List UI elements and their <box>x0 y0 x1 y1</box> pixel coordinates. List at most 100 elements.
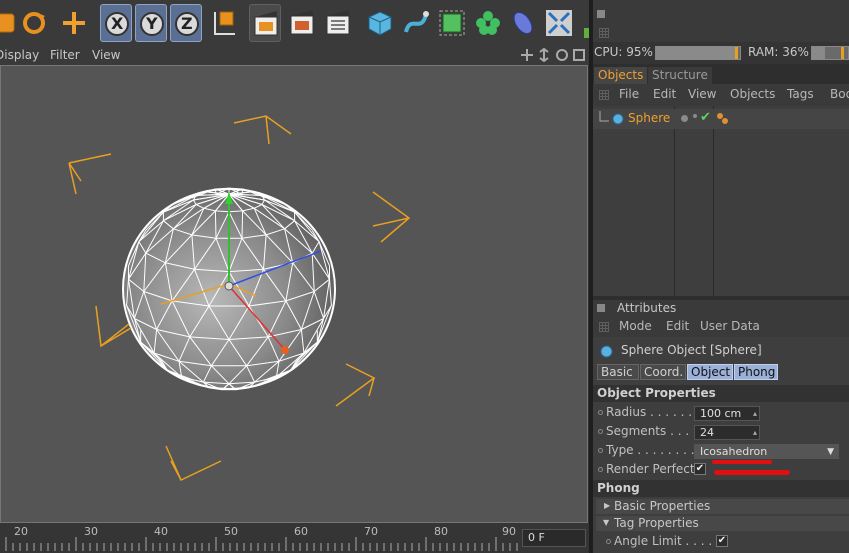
deformer-icon[interactable] <box>507 4 539 42</box>
menu-tags[interactable]: Tags <box>787 87 814 101</box>
basic-properties-group[interactable]: ▶ Basic Properties <box>596 499 849 514</box>
tab-structure[interactable]: Structure <box>648 67 712 84</box>
sphere-object-icon <box>612 113 624 125</box>
cpu-label: CPU: 95% <box>594 45 653 59</box>
menu-edit[interactable]: Edit <box>653 87 676 101</box>
lock-x-axis-button[interactable]: X <box>100 4 132 42</box>
section-object-properties: Object Properties <box>593 385 849 402</box>
attributes-title: Attributes <box>617 301 677 315</box>
object-list[interactable]: Sphere ✔ <box>593 106 849 296</box>
animate-dot-icon[interactable] <box>598 448 603 453</box>
right-top-strip <box>593 0 849 42</box>
grip-icon[interactable] <box>599 90 609 100</box>
axis-z-label: Z <box>181 14 193 33</box>
viewport-menu-bar: Display Filter View <box>0 46 589 65</box>
object-name[interactable]: Sphere <box>628 111 670 125</box>
lock-z-axis-button[interactable]: Z <box>170 4 202 42</box>
menu-view[interactable]: View <box>688 87 716 101</box>
tick-60: 60 <box>294 525 308 538</box>
subdivision-surface-icon[interactable] <box>436 4 468 42</box>
tick-40: 40 <box>154 525 168 538</box>
tag-properties-group[interactable]: ▼ Tag Properties <box>596 516 849 531</box>
animate-dot-icon[interactable] <box>606 539 611 544</box>
angle-limit-label: Angle Limit . . . . . . <box>614 534 728 548</box>
timeline-ruler[interactable]: 20 30 40 50 60 70 80 90 <box>0 523 589 553</box>
tick-80: 80 <box>434 525 448 538</box>
visibility-dot-icon[interactable] <box>681 115 688 122</box>
chevron-right-icon: ▶ <box>604 501 611 510</box>
segments-value: 24 <box>700 426 714 439</box>
rotate-tool-button[interactable] <box>18 4 50 42</box>
type-label: Type . . . . . . . . . <box>606 443 703 457</box>
panel-menu-icon[interactable] <box>597 10 605 18</box>
tick-70: 70 <box>364 525 378 538</box>
object-manager-tabs: Objects Structure <box>593 66 849 84</box>
render-visibility-icon[interactable] <box>693 114 697 118</box>
panel-menu-icon[interactable] <box>597 304 605 312</box>
render-to-picture-viewer-button[interactable] <box>286 4 318 42</box>
render-view-button[interactable] <box>249 4 281 42</box>
performance-bar: CPU: 95% RAM: 36% <box>593 42 849 64</box>
3d-viewport[interactable] <box>0 65 588 523</box>
render-settings-button[interactable] <box>322 4 354 42</box>
chevron-down-icon: ▼ <box>603 518 610 527</box>
type-dropdown[interactable]: Icosahedron ▼ <box>694 444 839 459</box>
sphere-object-icon <box>600 345 613 358</box>
cloner-icon[interactable] <box>472 4 504 42</box>
animate-dot-icon[interactable] <box>598 429 603 434</box>
radius-label: Radius . . . . . . . . <box>606 405 708 419</box>
tab-basic[interactable]: Basic <box>597 364 639 380</box>
chevron-down-icon: ▼ <box>827 447 834 457</box>
radius-value: 100 cm <box>700 407 742 420</box>
object-row-sphere[interactable]: Sphere ✔ <box>593 109 849 129</box>
add-object-button[interactable] <box>58 4 90 42</box>
enabled-check-icon[interactable]: ✔ <box>700 110 711 125</box>
radius-field[interactable]: 100 cm ▴ <box>694 406 760 421</box>
tab-phong[interactable]: Phong <box>734 364 778 380</box>
wireframe-edge <box>241 210 244 239</box>
cube-icon[interactable] <box>364 4 396 42</box>
stepper-icon[interactable]: ▴ <box>753 426 757 439</box>
menu-edit[interactable]: Edit <box>666 319 689 333</box>
current-frame-field[interactable]: 0 F <box>522 529 586 547</box>
tick-90: 90 <box>502 525 516 538</box>
angle-limit-checkbox[interactable]: ✔ <box>716 535 728 547</box>
segments-field[interactable]: 24 ▴ <box>694 425 760 440</box>
menu-mode[interactable]: Mode <box>619 319 652 333</box>
animate-dot-icon[interactable] <box>598 410 603 415</box>
grip-icon[interactable] <box>599 322 609 332</box>
timeline-ticks <box>5 537 518 551</box>
menu-view[interactable]: View <box>92 48 120 62</box>
animate-dot-icon[interactable] <box>598 467 603 472</box>
spline-pen-icon[interactable] <box>400 4 432 42</box>
tab-object[interactable]: Object <box>687 364 733 380</box>
object-manager-menu: File Edit View Objects Tags Boo <box>593 84 849 106</box>
tick-50: 50 <box>224 525 238 538</box>
annotation-red-scribble <box>712 460 772 464</box>
scene-icon[interactable] <box>543 4 575 42</box>
section-phong: Phong <box>593 480 849 497</box>
menu-file[interactable]: File <box>619 87 639 101</box>
menu-user-data[interactable]: User Data <box>700 319 760 333</box>
menu-objects[interactable]: Objects <box>730 87 775 101</box>
render-perfect-checkbox[interactable]: ✔ <box>694 463 706 475</box>
grip-icon[interactable] <box>599 28 609 38</box>
phong-tag-icon[interactable] <box>716 112 730 126</box>
sphere-wireframe <box>68 115 411 482</box>
tab-objects[interactable]: Objects <box>594 67 648 84</box>
attributes-menu: Mode Edit User Data <box>593 317 849 337</box>
type-value: Icosahedron <box>700 445 768 458</box>
coordinate-system-button[interactable] <box>207 4 239 42</box>
move-tool-button[interactable] <box>0 4 18 42</box>
menu-display[interactable]: Display <box>0 48 39 62</box>
stepper-icon[interactable]: ▴ <box>753 407 757 420</box>
menu-bookmarks[interactable]: Boo <box>830 87 849 101</box>
ram-meter <box>811 46 849 60</box>
axis-x-label: X <box>111 14 124 33</box>
lock-y-axis-button[interactable]: Y <box>135 4 167 42</box>
menu-filter[interactable]: Filter <box>50 48 80 62</box>
annotation-red-scribble <box>714 470 790 475</box>
viewport-navigation-icons[interactable] <box>520 48 588 62</box>
tree-connector-icon <box>599 111 609 122</box>
tab-coord[interactable]: Coord. <box>640 364 686 380</box>
